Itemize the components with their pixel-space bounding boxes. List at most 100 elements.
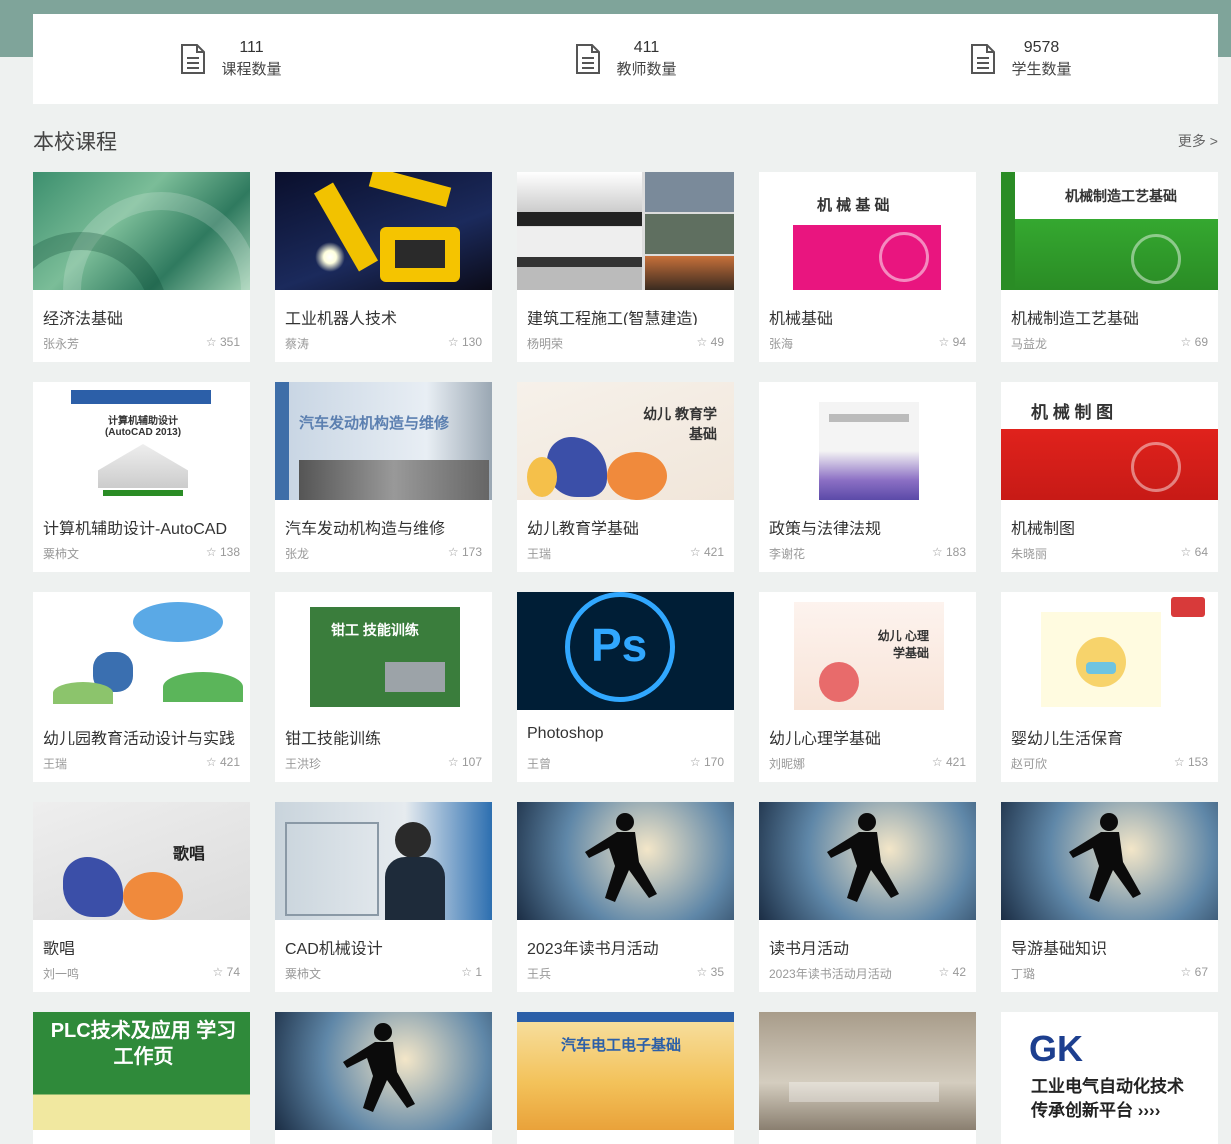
section-title: 本校课程 [33, 131, 117, 154]
star-icon: ☆ [205, 335, 220, 349]
course-teacher: 王洪珍 [285, 757, 322, 771]
stat-value: 111 [239, 39, 264, 56]
course-thumbnail: 汽车发动机构造与维修 [275, 382, 492, 500]
course-teacher: 丁璐 [1011, 967, 1036, 981]
course-thumbnail: GK 工业电气自动化技术 传承创新平台 ›››› [1001, 1012, 1218, 1130]
star-icon: ☆ [212, 965, 227, 979]
course-card[interactable]: 幼儿 教育学基础 幼儿教育学基础 王瑞 ☆ 421 [517, 382, 734, 572]
course-title: 导游基础知识 [1011, 941, 1108, 955]
course-teacher: 王曾 [527, 757, 552, 771]
course-title: 经济法基础 [43, 311, 124, 325]
course-teacher: 朱晓丽 [1011, 547, 1048, 561]
star-count: ☆ 421 [931, 755, 966, 769]
course-card[interactable]: 机 械 基 础 机械基础 张海 ☆ 94 [759, 172, 976, 362]
star-icon: ☆ [205, 755, 220, 769]
course-teacher: 张龙 [285, 547, 310, 561]
runner-silhouette [585, 813, 657, 902]
more-link[interactable]: 更多 > [1178, 131, 1218, 151]
stat-course-count: 111 课程数量 [33, 37, 428, 81]
star-count: ☆ 69 [1180, 335, 1208, 349]
course-card[interactable]: 计算机辅助设计 (AutoCAD 2013) 计算机辅助设计-AutoCAD 粟… [33, 382, 250, 572]
course-title: 机械基础 [769, 311, 834, 325]
course-card[interactable]: 建筑工程施工(智慧建造) 杨明荣 ☆ 49 [517, 172, 734, 362]
course-title: 工业机器人技术 [285, 311, 398, 325]
course-card[interactable]: 幼儿 心理学基础 幼儿心理学基础 刘昵娜 ☆ 421 [759, 592, 976, 782]
course-teacher: 粟柿文 [43, 547, 80, 561]
course-card[interactable]: GK 工业电气自动化技术 传承创新平台 ›››› [1001, 1012, 1218, 1144]
course-thumbnail: 计算机辅助设计 (AutoCAD 2013) [33, 382, 250, 500]
course-card[interactable]: 政策与法律法规 李谢花 ☆ 183 [759, 382, 976, 572]
star-count: ☆ 74 [212, 965, 240, 979]
course-thumbnail: 机械制造工艺基础 [1001, 172, 1218, 290]
thumb-text: 汽车电工电子基础 [561, 1037, 682, 1054]
course-card[interactable]: 经济法基础 张永芳 ☆ 351 [33, 172, 250, 362]
course-title: 读书月活动 [769, 941, 850, 955]
course-thumbnail [33, 172, 250, 290]
course-card[interactable]: PLC技术及应用 学习工作页 [33, 1012, 250, 1144]
star-icon: ☆ [447, 335, 462, 349]
star-icon: ☆ [938, 335, 953, 349]
runner-silhouette [827, 813, 899, 902]
course-card[interactable]: 导游基础知识 丁璐 ☆ 67 [1001, 802, 1218, 992]
course-card[interactable]: 工业机器人技术 蔡涛 ☆ 130 [275, 172, 492, 362]
star-count: ☆ 42 [938, 965, 966, 979]
star-count: ☆ 183 [931, 545, 966, 559]
star-icon: ☆ [1173, 755, 1188, 769]
course-card[interactable]: 钳工 技能训练 钳工技能训练 王洪珍 ☆ 107 [275, 592, 492, 782]
course-title: 机械制图 [1011, 521, 1076, 535]
course-thumbnail: 汽车电工电子基础 [517, 1012, 734, 1130]
thumb-text: 计算机辅助设计 (AutoCAD 2013) [104, 416, 182, 438]
course-thumbnail [275, 1012, 492, 1130]
course-card[interactable]: 婴幼儿生活保育 赵可欣 ☆ 153 [1001, 592, 1218, 782]
star-count: ☆ 107 [447, 755, 482, 769]
stat-label: 学生数量 [1011, 61, 1072, 78]
star-icon: ☆ [696, 335, 711, 349]
course-card[interactable]: 汽车电工电子基础 [517, 1012, 734, 1144]
star-icon: ☆ [696, 965, 711, 979]
course-teacher: 李谢花 [769, 547, 806, 561]
course-thumbnail [275, 802, 492, 920]
star-count: ☆ 1 [461, 965, 482, 979]
course-thumbnail: 歌唱 [33, 802, 250, 920]
course-teacher: 赵可欣 [1011, 757, 1048, 771]
course-title: 婴幼儿生活保育 [1011, 731, 1124, 745]
thumb-text: PLC技术及应用 学习工作页 [50, 1020, 237, 1068]
star-icon: ☆ [689, 545, 704, 559]
document-icon [181, 44, 206, 74]
star-count: ☆ 351 [205, 335, 240, 349]
star-count: ☆ 130 [447, 335, 482, 349]
course-teacher: 刘一鸣 [43, 967, 80, 981]
course-card[interactable]: 机 械 制 图 机械制图 朱晓丽 ☆ 64 [1001, 382, 1218, 572]
course-teacher: 张海 [769, 337, 794, 351]
course-card[interactable]: CAD机械设计 粟柿文 ☆ 1 [275, 802, 492, 992]
course-teacher: 王瑞 [527, 547, 552, 561]
course-card[interactable]: 读书月活动 2023年读书活动月活动 ☆ 42 [759, 802, 976, 992]
course-thumbnail [759, 802, 976, 920]
course-card[interactable]: 汽车发动机构造与维修 汽车发动机构造与维修 张龙 ☆ 173 [275, 382, 492, 572]
course-teacher: 杨明荣 [527, 337, 564, 351]
thumb-text: 传承创新平台 ›››› [1031, 1101, 1161, 1120]
course-title: Photoshop [527, 725, 604, 742]
star-count: ☆ 421 [689, 545, 724, 559]
gk-logo: GK [1029, 1028, 1083, 1069]
course-teacher: 刘昵娜 [769, 757, 806, 771]
course-card[interactable]: 幼儿园教育活动设计与实践 王瑞 ☆ 421 [33, 592, 250, 782]
stat-value: 9578 [1023, 39, 1060, 56]
course-card[interactable] [275, 1012, 492, 1144]
course-card[interactable]: 机械制造工艺基础 机械制造工艺基础 马益龙 ☆ 69 [1001, 172, 1218, 362]
course-card[interactable] [759, 1012, 976, 1144]
course-teacher: 2023年读书活动月活动 [769, 967, 892, 981]
star-count: ☆ 94 [938, 335, 966, 349]
course-teacher: 王瑞 [43, 757, 68, 771]
course-grid: 经济法基础 张永芳 ☆ 351 工业机器人技术 蔡涛 ☆ 130 建筑工程施工(智慧… [33, 172, 1218, 1144]
course-thumbnail [1001, 592, 1218, 710]
star-count: ☆ 170 [689, 755, 724, 769]
course-card[interactable]: Ps Photoshop 王曾 ☆ 170 [517, 592, 734, 782]
thumb-text: 钳工 技能训练 [331, 622, 419, 638]
course-thumbnail: 幼儿 心理学基础 [759, 592, 976, 710]
course-card[interactable]: 2023年读书月活动 王兵 ☆ 35 [517, 802, 734, 992]
course-thumbnail [759, 382, 976, 500]
course-thumbnail: 钳工 技能训练 [275, 592, 492, 710]
course-card[interactable]: 歌唱 歌唱 刘一鸣 ☆ 74 [33, 802, 250, 992]
thumb-text: 歌唱 [173, 846, 206, 863]
